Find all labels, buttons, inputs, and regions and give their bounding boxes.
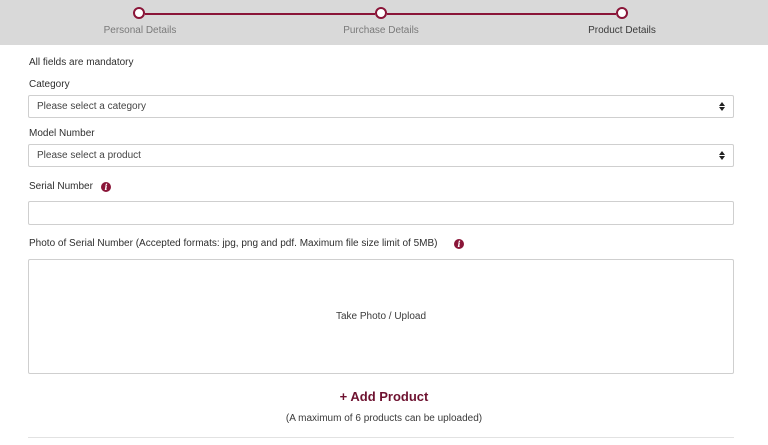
- add-product-button[interactable]: + Add Product: [0, 389, 768, 404]
- step-label-purchase-details[interactable]: Purchase Details: [343, 25, 419, 36]
- progress-stepper: Personal Details Purchase Details Produc…: [0, 0, 768, 45]
- divider: [28, 437, 734, 438]
- model-number-label: Model Number: [29, 128, 95, 139]
- step-label-personal-details[interactable]: Personal Details: [104, 25, 177, 36]
- photo-upload-area[interactable]: Take Photo / Upload: [28, 259, 734, 374]
- sort-arrows-icon: [719, 150, 725, 162]
- upload-prompt: Take Photo / Upload: [335, 311, 427, 322]
- model-number-select[interactable]: Please select a product: [28, 144, 734, 167]
- serial-number-input[interactable]: [28, 201, 734, 225]
- category-select[interactable]: Please select a category: [28, 95, 734, 118]
- model-number-select-value: Please select a product: [37, 150, 141, 161]
- category-label: Category: [29, 79, 70, 90]
- step-dot-personal-details[interactable]: [133, 7, 145, 19]
- photo-serial-number-label: Photo of Serial Number (Accepted formats…: [29, 238, 438, 249]
- info-icon[interactable]: i: [101, 182, 111, 192]
- step-dot-purchase-details[interactable]: [375, 7, 387, 19]
- step-connector: [145, 13, 375, 15]
- step-label-product-details[interactable]: Product Details: [588, 25, 656, 36]
- mandatory-note: All fields are mandatory: [29, 57, 134, 68]
- category-select-value: Please select a category: [37, 101, 146, 112]
- serial-number-label: Serial Number: [29, 181, 93, 192]
- sort-arrows-icon: [719, 101, 725, 113]
- step-dot-product-details[interactable]: [616, 7, 628, 19]
- max-products-note: (A maximum of 6 products can be uploaded…: [285, 413, 483, 424]
- step-connector: [387, 13, 616, 15]
- info-icon[interactable]: i: [454, 239, 464, 249]
